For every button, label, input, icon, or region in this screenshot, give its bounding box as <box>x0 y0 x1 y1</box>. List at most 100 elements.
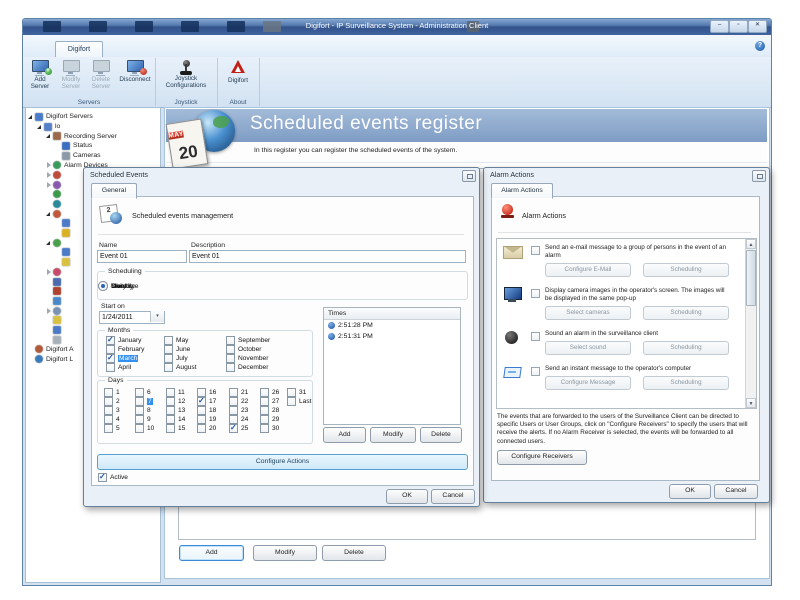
tab-digifort[interactable]: Digifort <box>55 41 103 58</box>
day-checkbox[interactable]: 22 <box>229 397 248 406</box>
day-checkbox[interactable]: 9 <box>135 415 154 424</box>
ok-button[interactable]: OK <box>669 484 711 499</box>
time-delete-button[interactable]: Delete <box>420 427 462 443</box>
tab-general[interactable]: General <box>91 183 137 199</box>
action-scheduling-button[interactable]: Scheduling <box>643 341 729 355</box>
day-checkbox[interactable]: 18 <box>197 406 216 415</box>
maximize-button[interactable]: ▫ <box>729 20 748 33</box>
time-item[interactable]: 2:51:28 PM <box>324 320 460 331</box>
action-scheduling-button[interactable]: Scheduling <box>643 306 729 320</box>
digifort-about-button[interactable]: Digifort <box>223 60 253 96</box>
action-config-button[interactable]: Select sound <box>545 341 631 355</box>
close-button[interactable]: ✕ <box>748 20 767 33</box>
minimize-button[interactable]: – <box>710 20 729 33</box>
expander-icon[interactable] <box>54 152 62 160</box>
month-checkbox[interactable]: May <box>164 336 197 345</box>
day-checkbox[interactable]: 5 <box>104 424 120 433</box>
configure-actions-button[interactable]: Configure Actions <box>97 454 468 470</box>
month-checkbox[interactable]: December <box>226 363 270 372</box>
month-checkbox[interactable]: April <box>106 363 144 372</box>
scroll-down-icon[interactable]: ▼ <box>746 398 756 408</box>
day-checkbox[interactable]: 8 <box>135 406 154 415</box>
month-checkbox[interactable]: September <box>226 336 270 345</box>
month-checkbox[interactable]: August <box>164 363 197 372</box>
month-checkbox[interactable]: October <box>226 345 270 354</box>
expander-icon[interactable] <box>54 248 62 256</box>
help-button[interactable]: ? <box>755 41 765 51</box>
day-checkbox[interactable]: 12 <box>166 397 185 406</box>
cancel-button[interactable]: Cancel <box>714 484 758 499</box>
day-checkbox[interactable]: 17 <box>197 397 216 406</box>
add-event-button[interactable]: Add <box>179 545 244 561</box>
day-checkbox[interactable]: 13 <box>166 406 185 415</box>
day-checkbox[interactable]: 7 <box>135 397 154 406</box>
expander-icon[interactable] <box>45 307 53 315</box>
day-checkbox[interactable]: 30 <box>260 424 279 433</box>
month-checkbox[interactable]: January <box>106 336 144 345</box>
action-config-button[interactable]: Configure E-Mail <box>545 263 631 277</box>
day-checkbox[interactable]: 27 <box>260 397 279 406</box>
expander-icon[interactable] <box>45 316 53 324</box>
scheduling-radio[interactable]: Monthly <box>98 281 135 291</box>
day-checkbox[interactable]: 21 <box>229 388 248 397</box>
expander-icon[interactable] <box>45 336 53 344</box>
tree-item[interactable]: lo <box>26 122 160 132</box>
dialog-close-button[interactable] <box>462 170 476 182</box>
delete-server-button[interactable]: Delete Server <box>87 60 115 96</box>
delete-event-button[interactable]: Delete <box>322 545 386 561</box>
action-scheduling-button[interactable]: Scheduling <box>643 376 729 390</box>
month-checkbox[interactable]: June <box>164 345 197 354</box>
day-checkbox[interactable]: 29 <box>260 415 279 424</box>
day-checkbox[interactable]: 15 <box>166 424 185 433</box>
day-checkbox[interactable]: 6 <box>135 388 154 397</box>
action-scheduling-button[interactable]: Scheduling <box>643 263 729 277</box>
day-checkbox[interactable]: 19 <box>197 415 216 424</box>
action-checkbox[interactable] <box>531 332 540 341</box>
month-checkbox[interactable]: March <box>106 354 144 363</box>
expander-icon[interactable] <box>45 278 53 286</box>
modify-event-button[interactable]: Modify <box>253 545 317 561</box>
day-checkbox[interactable]: 11 <box>166 388 185 397</box>
expander-icon[interactable] <box>45 161 53 169</box>
expander-icon[interactable] <box>54 258 62 266</box>
time-item[interactable]: 2:51:31 PM <box>324 331 460 342</box>
expander-icon[interactable] <box>45 132 53 140</box>
date-picker-dropdown[interactable]: ▾ <box>150 311 164 322</box>
action-checkbox[interactable] <box>531 246 540 255</box>
expander-icon[interactable] <box>45 171 53 179</box>
day-checkbox[interactable]: 26 <box>260 388 279 397</box>
tree-item[interactable]: Digifort Servers <box>26 112 160 122</box>
configure-receivers-button[interactable]: Configure Receivers <box>497 450 587 465</box>
expander-icon[interactable] <box>27 355 35 363</box>
day-checkbox[interactable]: 14 <box>166 415 185 424</box>
expander-icon[interactable] <box>45 239 53 247</box>
day-checkbox[interactable]: Last <box>287 397 311 406</box>
ok-button[interactable]: OK <box>386 489 428 504</box>
day-checkbox[interactable]: 2 <box>104 397 120 406</box>
day-checkbox[interactable]: 10 <box>135 424 154 433</box>
name-field[interactable] <box>97 250 187 263</box>
month-checkbox[interactable]: July <box>164 354 197 363</box>
expander-icon[interactable] <box>45 297 53 305</box>
scrollbar[interactable]: ▲ ▼ <box>745 239 756 408</box>
day-checkbox[interactable]: 3 <box>104 406 120 415</box>
expander-icon[interactable] <box>54 219 62 227</box>
expander-icon[interactable] <box>36 123 44 131</box>
dialog-close-button[interactable] <box>752 170 766 182</box>
day-checkbox[interactable]: 23 <box>229 406 248 415</box>
action-checkbox[interactable] <box>531 289 540 298</box>
expander-icon[interactable] <box>27 113 35 121</box>
time-add-button[interactable]: Add <box>323 427 366 443</box>
day-checkbox[interactable]: 1 <box>104 388 120 397</box>
expander-icon[interactable] <box>54 229 62 237</box>
add-server-button[interactable]: + Add Server <box>26 60 54 96</box>
month-checkbox[interactable]: November <box>226 354 270 363</box>
day-checkbox[interactable]: 25 <box>229 424 248 433</box>
expander-icon[interactable] <box>54 142 62 150</box>
expander-icon[interactable] <box>45 181 53 189</box>
scroll-up-icon[interactable]: ▲ <box>746 239 756 249</box>
day-checkbox[interactable]: 4 <box>104 415 120 424</box>
active-checkbox[interactable]: Active <box>98 473 128 482</box>
disconnect-button[interactable]: Disconnect <box>117 60 153 96</box>
tree-item[interactable]: Recording Server <box>26 131 160 141</box>
